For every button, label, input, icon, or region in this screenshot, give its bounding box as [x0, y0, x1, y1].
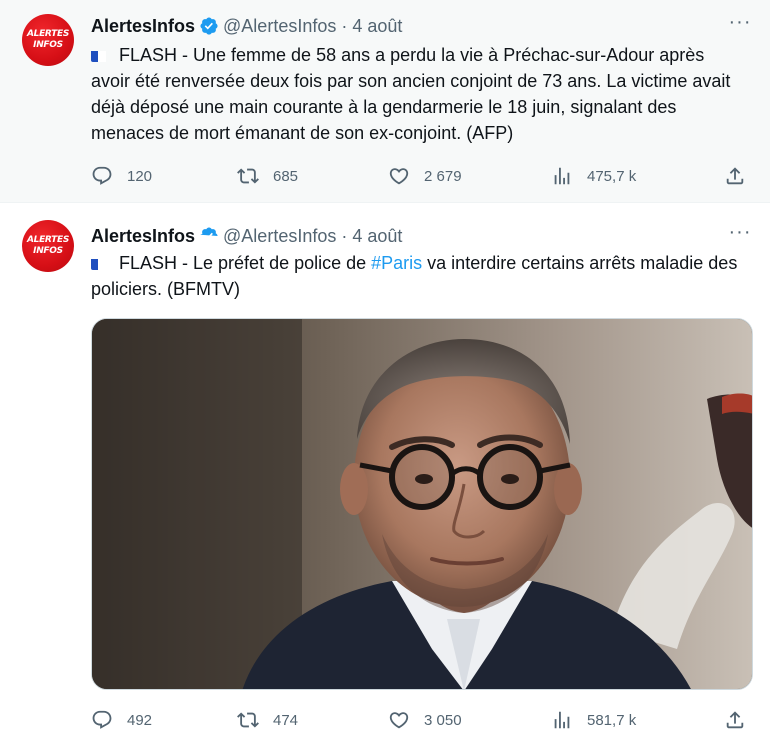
views-count: 475,7 k — [587, 167, 637, 185]
more-options-button[interactable]: ··· — [728, 222, 752, 246]
views-button[interactable]: 581,7 k — [551, 708, 636, 732]
reply-icon — [92, 710, 112, 729]
views-count: 581,7 k — [587, 711, 637, 729]
tweet-text-content: FLASH - Le préfet de police de — [119, 253, 372, 273]
tweet-date[interactable]: 4 août — [352, 226, 402, 247]
avatar-text: ALERTES — [26, 29, 70, 39]
share-icon — [726, 711, 744, 729]
separator: · — [341, 225, 348, 246]
tweet-text: FLASH - Le préfet de police de #Paris va… — [91, 250, 741, 302]
retweet-button[interactable]: 685 — [237, 164, 298, 188]
author-handle[interactable]: @AlertesInfos — [223, 16, 336, 37]
heart-icon — [389, 712, 409, 729]
avatar-text: ALERTES — [26, 235, 70, 245]
reply-button[interactable]: 492 — [91, 708, 152, 732]
share-button[interactable] — [724, 708, 746, 732]
verified-badge-icon — [200, 227, 218, 240]
photo-portrait-illustration — [92, 319, 752, 689]
like-count: 3 050 — [424, 711, 462, 729]
heart-icon — [389, 168, 409, 185]
more-options-button[interactable]: ··· — [728, 12, 752, 36]
retweet-icon — [237, 168, 259, 184]
tweet-text-content: FLASH - Une femme de 58 ans a perdu la v… — [91, 45, 731, 143]
views-icon — [554, 167, 570, 185]
reply-button[interactable]: 120 — [91, 164, 152, 188]
tweet-photo[interactable] — [91, 318, 753, 690]
retweet-icon — [237, 712, 259, 728]
separator: · — [341, 15, 348, 36]
views-button[interactable]: 475,7 k — [551, 164, 636, 188]
reply-count: 120 — [127, 167, 153, 185]
author-name[interactable]: AlertesInfos — [91, 16, 195, 37]
like-count: 2 679 — [424, 167, 462, 185]
tweet[interactable]: ALERTES INFOS AlertesInfos @AlertesInfos… — [0, 204, 770, 743]
avatar-text: INFOS — [33, 40, 63, 50]
hashtag-link[interactable]: #Paris — [371, 253, 422, 273]
tweet-header: AlertesInfos @AlertesInfos · 4 août — [91, 14, 402, 38]
avatar[interactable]: ALERTES INFOS — [22, 14, 74, 66]
verified-badge-icon — [200, 17, 218, 35]
share-button[interactable] — [724, 164, 746, 188]
reply-count: 492 — [127, 711, 153, 729]
tweet-text: FLASH - Une femme de 58 ans a perdu la v… — [91, 42, 741, 146]
views-icon — [554, 711, 570, 729]
tweet-date[interactable]: 4 août — [352, 16, 402, 37]
author-name[interactable]: AlertesInfos — [91, 226, 195, 247]
reply-icon — [92, 166, 112, 185]
tweet-actions: 492 474 3 050 581,7 k — [91, 708, 756, 732]
retweet-button[interactable]: 474 — [237, 708, 298, 732]
french-flag-icon — [91, 255, 113, 270]
avatar-text: INFOS — [33, 246, 63, 256]
tweet-header: AlertesInfos @AlertesInfos · 4 août — [91, 224, 402, 248]
retweet-count: 685 — [273, 167, 299, 185]
author-handle[interactable]: @AlertesInfos — [223, 226, 336, 247]
like-button[interactable]: 2 679 — [388, 164, 462, 188]
retweet-count: 474 — [273, 711, 299, 729]
french-flag-icon — [91, 47, 113, 62]
share-icon — [726, 167, 744, 185]
like-button[interactable]: 3 050 — [388, 708, 462, 732]
tweet[interactable]: ALERTES INFOS AlertesInfos @AlertesInfos… — [0, 0, 770, 203]
tweet-actions: 120 685 2 679 475,7 k — [91, 164, 756, 188]
avatar[interactable]: ALERTES INFOS — [22, 220, 74, 272]
